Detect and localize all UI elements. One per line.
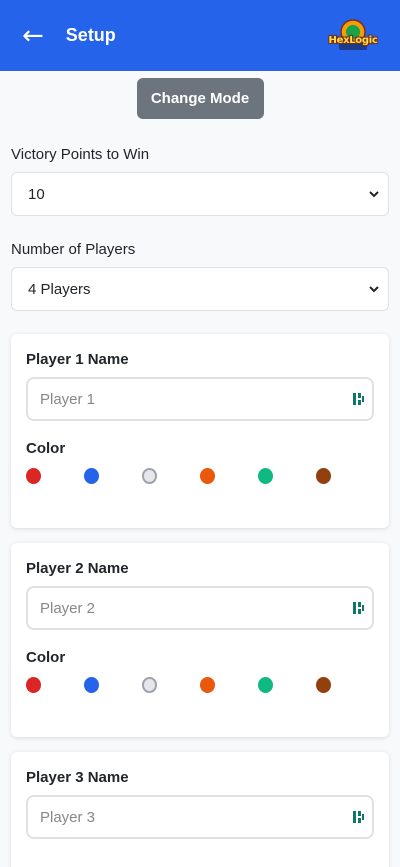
number-of-players-label: Number of Players [11, 241, 136, 258]
page-title: Setup [65, 25, 116, 45]
change-mode-button[interactable]: Change Mode [136, 78, 264, 119]
player-name-input[interactable]: Player 1 [26, 377, 374, 421]
number-of-players-select[interactable]: 4 Players [11, 267, 389, 311]
color-swatch-orange[interactable] [200, 468, 216, 484]
player-card: Player 3 Name Player 3 [11, 752, 389, 867]
color-swatch-brown[interactable] [316, 468, 331, 484]
color-swatch-blue[interactable] [83, 468, 99, 484]
hexlogic-logo: HexLogic [326, 16, 380, 56]
setup-form: Change Mode Victory Points to Win 10 Num… [0, 71, 400, 867]
color-swatch-red[interactable] [26, 468, 41, 484]
player-card: Player 2 Name Player 2 Color [11, 543, 389, 737]
victory-points-label: Victory Points to Win [11, 146, 150, 163]
victory-points-select[interactable]: 10 [11, 172, 389, 216]
back-arrow-icon[interactable]: ← [22, 23, 44, 49]
color-picker [26, 468, 374, 484]
color-swatch-blue[interactable] [83, 677, 99, 693]
player-name-placeholder: Player 3 [40, 808, 96, 826]
player-name-label: Player 2 Name [26, 560, 129, 577]
player-name-label: Player 3 Name [26, 769, 129, 786]
color-swatch-green[interactable] [258, 468, 274, 484]
player-name-placeholder: Player 2 [40, 599, 96, 617]
color-label: Color [26, 440, 66, 457]
player-name-label: Player 1 Name [26, 351, 129, 368]
color-swatch-brown[interactable] [316, 677, 331, 693]
chevron-down-icon [369, 286, 379, 293]
password-manager-icon[interactable] [352, 600, 364, 616]
color-swatch-white[interactable] [141, 677, 158, 693]
victory-points-value: 10 [28, 185, 45, 203]
color-swatch-red[interactable] [26, 677, 41, 693]
color-picker [26, 677, 374, 693]
color-swatch-orange[interactable] [200, 677, 216, 693]
logo-text: HexLogic [328, 34, 378, 46]
color-label: Color [26, 649, 66, 666]
password-manager-icon[interactable] [352, 809, 364, 825]
player-name-input[interactable]: Player 2 [26, 586, 374, 630]
chevron-down-icon [369, 191, 379, 198]
player-name-input[interactable]: Player 3 [26, 795, 374, 839]
player-card: Player 1 Name Player 1 Color [11, 334, 389, 528]
player-name-placeholder: Player 1 [40, 390, 96, 408]
app-header: ← Setup HexLogic [0, 0, 400, 71]
number-of-players-value: 4 Players [28, 280, 91, 298]
color-swatch-green[interactable] [258, 677, 274, 693]
color-swatch-white[interactable] [141, 468, 158, 484]
password-manager-icon[interactable] [352, 391, 364, 407]
